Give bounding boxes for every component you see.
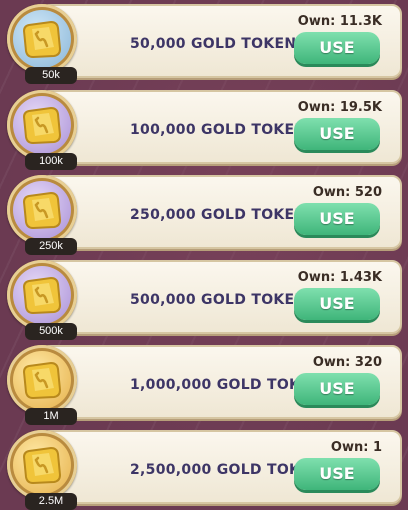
gold-token-icon bbox=[22, 20, 62, 59]
token-row-500k: 500,000 GOLD TOKEN Own: 1.43K USE 500k bbox=[0, 256, 408, 340]
coin-background bbox=[13, 266, 71, 324]
coin-background bbox=[13, 436, 71, 494]
token-card: 500,000 GOLD TOKEN Own: 1.43K USE bbox=[40, 260, 402, 334]
token-row-1m: 1,000,000 GOLD TOKEN Own: 320 USE 1M bbox=[0, 341, 408, 425]
token-title: 100,000 GOLD TOKEN bbox=[130, 122, 307, 138]
owned-count: Own: 520 bbox=[312, 185, 382, 200]
gold-token-icon bbox=[22, 106, 62, 145]
token-row-250k: 250,000 GOLD TOKEN Own: 520 USE 250k bbox=[0, 171, 408, 255]
use-button[interactable]: USE bbox=[294, 288, 380, 320]
token-row-100k: 100,000 GOLD TOKEN Own: 19.5K USE 100k bbox=[0, 86, 408, 170]
coin-background bbox=[13, 181, 71, 239]
gold-token-icon bbox=[22, 446, 62, 485]
owned-count: Own: 19.5K bbox=[297, 100, 382, 115]
coin-frame: 250k bbox=[7, 175, 77, 255]
amount-badge: 50k bbox=[25, 67, 77, 84]
gold-token-icon bbox=[22, 191, 62, 230]
owned-count: Own: 320 bbox=[312, 355, 382, 370]
amount-badge: 100k bbox=[25, 153, 77, 170]
coin-background bbox=[13, 10, 71, 68]
token-card: 250,000 GOLD TOKEN Own: 520 USE bbox=[40, 175, 402, 249]
token-card: 50,000 GOLD TOKEN Own: 11.3K USE bbox=[40, 4, 402, 78]
use-button[interactable]: USE bbox=[294, 373, 380, 405]
token-title: 500,000 GOLD TOKEN bbox=[130, 292, 307, 308]
token-card: 1,000,000 GOLD TOKEN Own: 320 USE bbox=[40, 345, 402, 419]
coin-background bbox=[13, 96, 71, 154]
gold-token-icon bbox=[22, 361, 62, 400]
gold-token-icon bbox=[22, 276, 62, 315]
coin-background bbox=[13, 351, 71, 409]
use-button[interactable]: USE bbox=[294, 118, 380, 150]
coin-frame: 2.5M bbox=[7, 430, 77, 510]
use-button[interactable]: USE bbox=[294, 203, 380, 235]
owned-count: Own: 1.43K bbox=[297, 270, 382, 285]
coin-frame: 1M bbox=[7, 345, 77, 425]
token-list: 50,000 GOLD TOKEN Own: 11.3K USE 50k 100… bbox=[0, 0, 408, 510]
token-card: 2,500,000 GOLD TOKEN Own: 1 USE bbox=[40, 430, 402, 504]
amount-badge: 1M bbox=[25, 408, 77, 425]
amount-badge: 500k bbox=[25, 323, 77, 340]
use-button[interactable]: USE bbox=[294, 32, 380, 64]
coin-frame: 100k bbox=[7, 90, 77, 170]
token-card: 100,000 GOLD TOKEN Own: 19.5K USE bbox=[40, 90, 402, 164]
token-row-50k: 50,000 GOLD TOKEN Own: 11.3K USE 50k bbox=[0, 0, 408, 84]
amount-badge: 2.5M bbox=[25, 493, 77, 510]
token-title: 50,000 GOLD TOKEN bbox=[130, 36, 297, 52]
coin-frame: 50k bbox=[7, 4, 77, 84]
coin-frame: 500k bbox=[7, 260, 77, 340]
token-row-2-5m: 2,500,000 GOLD TOKEN Own: 1 USE 2.5M bbox=[0, 426, 408, 510]
owned-count: Own: 1 bbox=[330, 440, 382, 455]
use-button[interactable]: USE bbox=[294, 458, 380, 490]
amount-badge: 250k bbox=[25, 238, 77, 255]
owned-count: Own: 11.3K bbox=[297, 14, 382, 29]
token-title: 250,000 GOLD TOKEN bbox=[130, 207, 307, 223]
